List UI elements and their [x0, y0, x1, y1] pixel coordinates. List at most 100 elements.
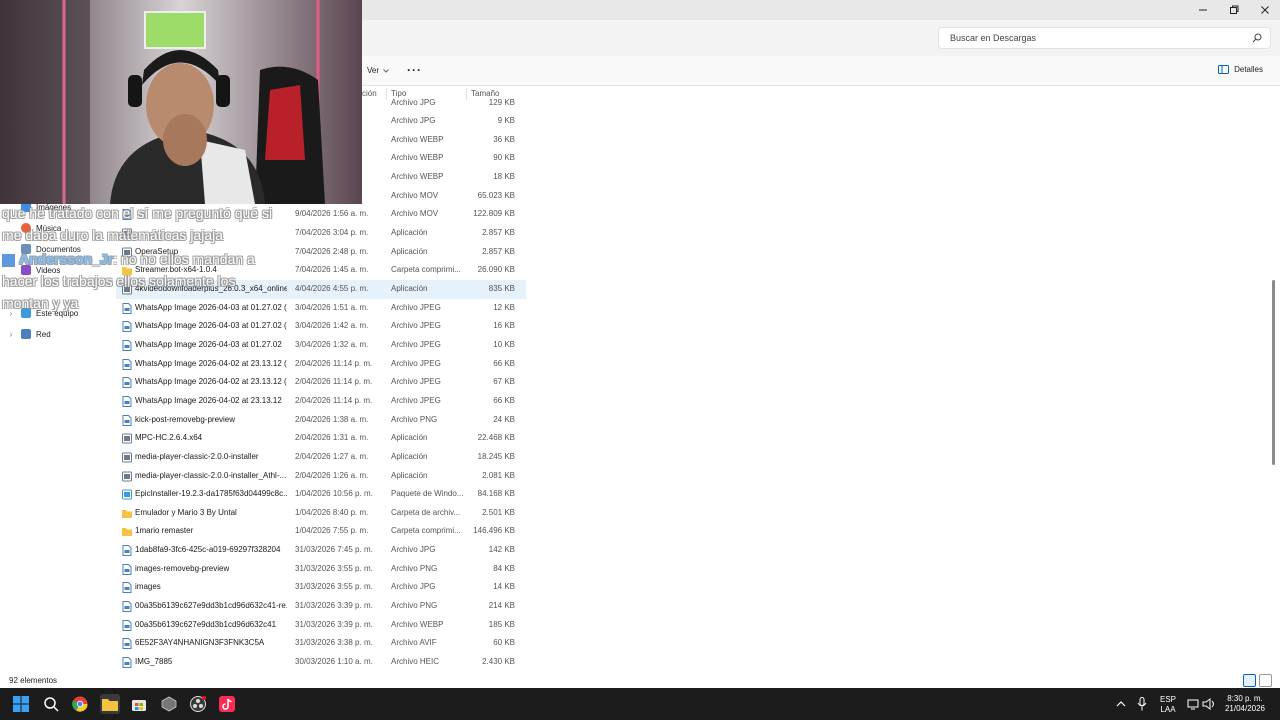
file-icon	[122, 545, 132, 557]
file-date: 7/04/2026 1:45 a. m.	[295, 265, 369, 275]
file-row[interactable]: images 31/03/2026 3:55 p. m. Archivo JPG 14…	[116, 578, 526, 597]
window-controls	[1187, 0, 1280, 20]
view-toggles	[1243, 674, 1272, 687]
file-size: 214 KB	[488, 601, 515, 611]
file-type: Aplicación	[391, 433, 428, 443]
clock[interactable]: 8:30 p. m. 21/04/2026	[1222, 694, 1268, 714]
file-type: Carpeta de archiv...	[391, 507, 461, 517]
file-row[interactable]: kick-post-removebg-preview 2/04/2026 1:38…	[116, 411, 526, 430]
vertical-scrollbar[interactable]	[1272, 280, 1275, 465]
close-icon	[1260, 6, 1269, 14]
file-row[interactable]: WhatsApp Image 2026-04-02 at 23.13.12 (.…	[116, 373, 526, 392]
taskbar-search-button[interactable]	[41, 694, 61, 714]
file-row[interactable]: images-removebg-preview 31/03/2026 3:55 p…	[116, 560, 526, 579]
chevron-right-icon[interactable]: ›	[6, 330, 16, 339]
file-row[interactable]: media-player-classic-2.0.0-installer_Ath…	[116, 467, 526, 486]
show-hidden-icons-button[interactable]	[1111, 694, 1131, 714]
file-size: 129 KB	[488, 97, 515, 107]
file-icon	[122, 321, 132, 333]
file-date: 1/04/2026 8:40 p. m.	[295, 507, 369, 517]
file-icon	[122, 657, 132, 668]
details-label: Detalles	[1234, 65, 1263, 74]
file-date: 2/04/2026 11:14 p. m.	[295, 358, 373, 368]
taskbar-obs[interactable]	[188, 694, 208, 714]
application-icon	[122, 452, 132, 463]
taskbar-tiktok[interactable]	[217, 694, 237, 714]
chat-message: Andersson_Jr: no no ellos mandan a	[2, 251, 255, 267]
webcam-overlay	[0, 0, 362, 204]
file-row[interactable]: 00a35b6139c627e9dd3b1cd96d632c41-re... 31…	[116, 597, 526, 616]
file-date: 7/04/2026 3:04 p. m.	[295, 228, 369, 238]
file-row[interactable]: 1mario remaster 1/04/2026 7:55 p. m. Carpe…	[116, 522, 526, 541]
clock-date: 21/04/2026	[1224, 704, 1266, 713]
file-size: 12 KB	[493, 302, 515, 312]
file-size: 142 KB	[488, 545, 515, 555]
chrome-icon	[72, 696, 88, 712]
file-row[interactable]: WhatsApp Image 2026-04-03 at 01.27.02 (.…	[116, 299, 526, 318]
file-date: 2/04/2026 1:27 a. m.	[295, 451, 369, 461]
file-size: 185 KB	[488, 619, 515, 629]
file-type: Archivo WEBP	[391, 153, 444, 163]
file-row[interactable]: 6E52F3AY4NHANIGN3F3FNK3C5A 31/03/2026 3:3…	[116, 634, 526, 653]
taskbar-file-explorer[interactable]	[100, 694, 120, 714]
file-type: Archivo PNG	[391, 414, 438, 424]
file-row[interactable]: WhatsApp Image 2026-04-03 at 01.27.02 (.…	[116, 317, 526, 336]
details-button[interactable]: Detalles	[1218, 65, 1263, 74]
file-size: 67 KB	[493, 377, 515, 387]
file-row[interactable]: 1dab8fa9-3fc6-425c-a019-69297f328204 31/0…	[116, 541, 526, 560]
file-size: 24 KB	[493, 414, 515, 424]
minimize-button[interactable]	[1187, 0, 1218, 20]
file-type: Archivo JPG	[391, 582, 436, 592]
taskbar-store[interactable]	[129, 694, 149, 714]
file-row[interactable]: WhatsApp Image 2026-04-02 at 23.13.12 2/0…	[116, 392, 526, 411]
file-icon	[122, 582, 132, 594]
close-button[interactable]	[1249, 0, 1280, 20]
file-row[interactable]: media-player-classic-2.0.0-installer 2/04…	[116, 448, 526, 467]
taskbar-chrome[interactable]	[70, 694, 90, 714]
more-options-button[interactable]: ···	[407, 63, 422, 77]
file-name: EpicInstaller-19.2.3-da1785f63d04499c8c.…	[135, 489, 287, 499]
file-size: 90 KB	[493, 153, 515, 163]
file-type: Carpeta comprimi...	[391, 265, 461, 275]
microphone-icon	[1137, 697, 1147, 711]
file-row[interactable]: EpicInstaller-19.2.3-da1785f63d04499c8c.…	[116, 485, 526, 504]
file-row[interactable]: MPC-HC.2.6.4.x64 2/04/2026 1:31 a. m. Apli…	[116, 429, 526, 448]
file-row[interactable]: Emulador y Mario 3 By Untal 1/04/2026 8:4…	[116, 504, 526, 523]
file-size: 84 KB	[493, 563, 515, 573]
view-button[interactable]: Ver	[367, 66, 389, 75]
file-size: 18 KB	[493, 172, 515, 182]
file-type: Archivo MOV	[391, 190, 439, 200]
file-name: WhatsApp Image 2026-04-02 at 23.13.12	[135, 395, 282, 405]
volume-button[interactable]	[1199, 694, 1219, 714]
file-size: 2.081 KB	[482, 470, 515, 480]
application-icon	[122, 489, 132, 500]
file-size: 18.245 KB	[477, 451, 515, 461]
start-button[interactable]	[11, 694, 31, 714]
file-size: 16 KB	[493, 321, 515, 331]
search-icon[interactable]	[1252, 33, 1262, 43]
file-row[interactable]: WhatsApp Image 2026-04-03 at 01.27.02 3/0…	[116, 336, 526, 355]
folder-icon	[122, 528, 132, 537]
file-row[interactable]: IMG_7885 30/03/2026 1:10 a. m. Archivo HEI…	[116, 653, 526, 672]
file-type: Aplicación	[391, 470, 428, 480]
file-size: 66 KB	[493, 395, 515, 405]
file-type: Archivo JPEG	[391, 395, 441, 405]
taskbar-app[interactable]	[159, 694, 179, 714]
file-date: 1/04/2026 7:55 p. m.	[295, 526, 369, 536]
file-date: 3/04/2026 1:42 a. m.	[295, 321, 369, 331]
search-input[interactable]	[950, 33, 1240, 43]
nav-item-network[interactable]: › Red	[0, 326, 51, 342]
file-row[interactable]: 00a35b6139c627e9dd3b1cd96d632c41 31/03/20…	[116, 616, 526, 635]
search-box[interactable]	[938, 27, 1271, 49]
file-size: 60 KB	[493, 638, 515, 648]
maximize-button[interactable]	[1218, 0, 1249, 20]
chat-username: Andersson_Jr	[19, 251, 114, 267]
tiles-view-button[interactable]	[1259, 674, 1272, 687]
file-size: 2.857 KB	[482, 246, 515, 256]
file-row[interactable]: WhatsApp Image 2026-04-02 at 23.13.12 (.…	[116, 355, 526, 374]
language-indicator[interactable]: ESP LAA	[1157, 695, 1179, 715]
details-view-button[interactable]	[1243, 674, 1256, 687]
nav-item-label: Red	[36, 329, 51, 339]
microphone-button[interactable]	[1132, 694, 1152, 714]
file-name: images	[135, 582, 161, 592]
